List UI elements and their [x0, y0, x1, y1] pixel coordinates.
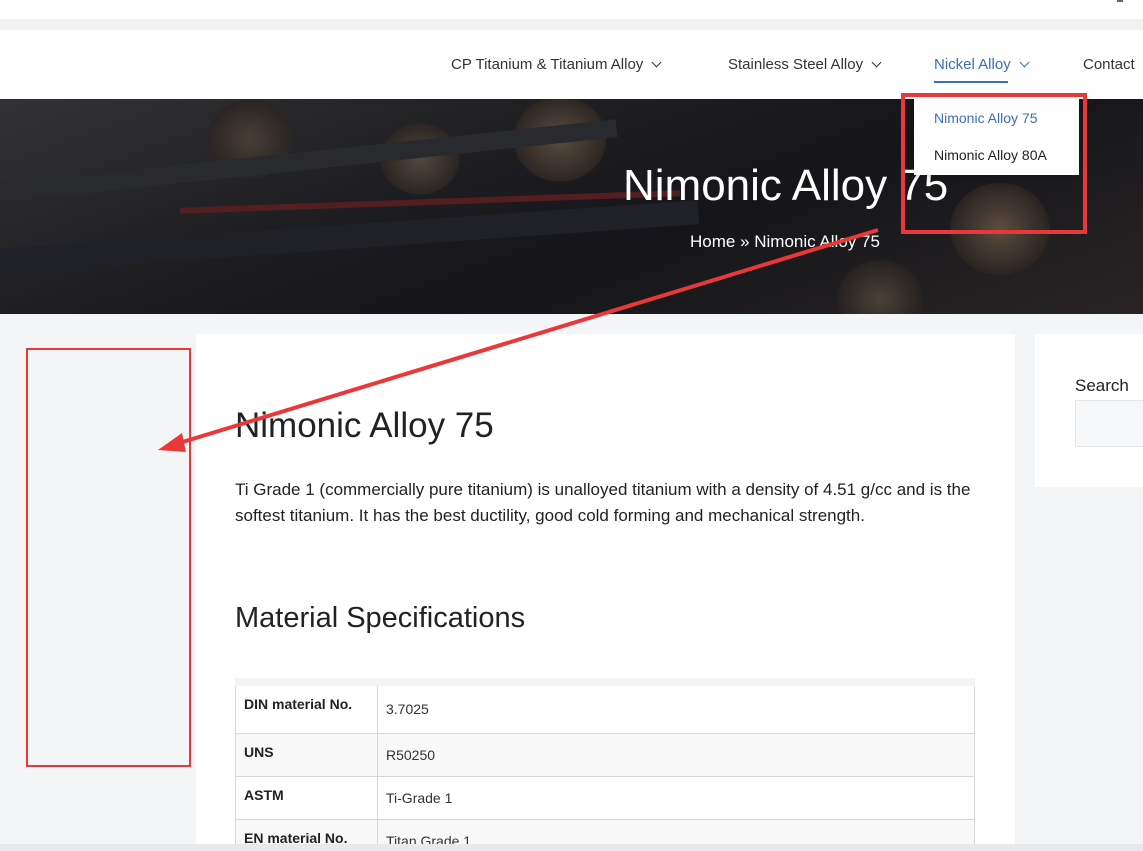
- article-content: Nimonic Alloy 75 Ti Grade 1 (commerciall…: [196, 334, 1015, 851]
- chevron-down-icon: [651, 57, 662, 67]
- nav-item-label: Stainless Steel Alloy: [728, 56, 864, 73]
- bottom-strip: [0, 844, 1143, 851]
- nav-item-cp-titanium[interactable]: CP Titanium & Titanium Alloy: [451, 30, 662, 99]
- chevron-down-icon: [871, 57, 882, 67]
- nav-item-contact[interactable]: Contact: [1083, 30, 1135, 99]
- active-underline: [934, 81, 1008, 83]
- search-label: Search: [1075, 376, 1129, 395]
- page-title: Nimonic Alloy 75: [235, 406, 494, 445]
- nav-item-stainless-steel[interactable]: Stainless Steel Alloy: [728, 30, 882, 99]
- search-input[interactable]: [1075, 400, 1143, 447]
- breadcrumb[interactable]: Home » Nimonic Alloy 75: [690, 232, 880, 252]
- nav-item-nickel-alloy[interactable]: Nickel Alloy: [934, 30, 1030, 99]
- intro-paragraph: Ti Grade 1 (commercially pure titanium) …: [235, 480, 971, 525]
- main-nav: CP Titanium & Titanium Alloy Stainless S…: [0, 30, 1143, 99]
- nav-item-label: Contact: [1083, 56, 1135, 73]
- chevron-down-icon: [1019, 57, 1030, 67]
- spec-key: DIN material No.: [235, 678, 378, 734]
- spec-value: Ti-Grade 1: [377, 775, 975, 820]
- top-strip: [0, 0, 1143, 19]
- nav-item-label: Nickel Alloy: [934, 56, 1011, 73]
- table-row: UNS R50250: [235, 732, 975, 777]
- table-row: ASTM Ti-Grade 1: [235, 775, 975, 820]
- hero-decor: [0, 119, 618, 202]
- site-header: CP Titanium & Titanium Alloy Stainless S…: [0, 30, 1143, 99]
- spec-table: DIN material No. 3.7025 UNS R50250 ASTM …: [235, 678, 975, 851]
- annotation-box-dropdown: [901, 93, 1087, 234]
- table-row: DIN material No. 3.7025: [235, 678, 975, 734]
- nav-item-label: CP Titanium & Titanium Alloy: [451, 56, 644, 73]
- spec-value: R50250: [377, 732, 975, 777]
- spec-heading: Material Specifications: [235, 602, 526, 634]
- top-mark: [1117, 0, 1123, 2]
- top-gap: [0, 19, 1143, 30]
- spec-key: ASTM: [235, 775, 378, 820]
- spec-key: UNS: [235, 732, 378, 777]
- annotation-box-left: [26, 348, 191, 767]
- sidebar: Search: [1035, 334, 1143, 487]
- spec-value: 3.7025: [377, 678, 975, 734]
- hero-decor: [0, 200, 700, 273]
